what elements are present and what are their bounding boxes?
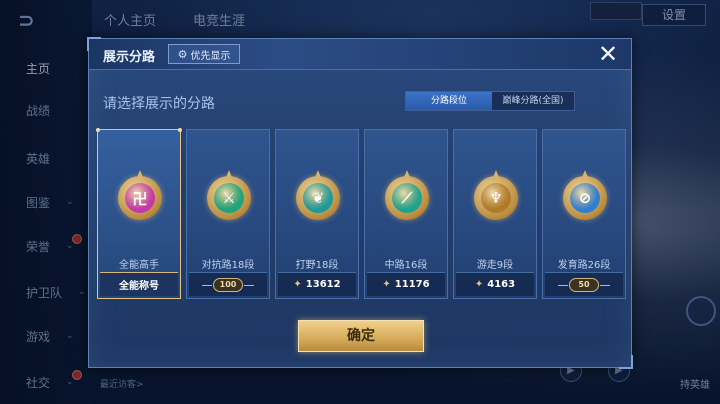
peak-score-icon: ✦ <box>293 279 302 290</box>
emblem-glyph: ⟋ <box>392 183 422 213</box>
priority-display-button[interactable]: ⚙ 优先显示 <box>168 44 240 64</box>
emblem-spike <box>403 170 411 180</box>
lane-emblem-icon: ⊘ <box>563 170 607 220</box>
emblem-glyph: ⚔ <box>214 183 244 213</box>
lane-emblem-icon: ❦ <box>296 170 340 220</box>
corner-decoration <box>619 355 633 369</box>
lane-select-prompt: 请选择展示的分路 <box>103 96 215 112</box>
gear-icon: ⚙ <box>177 47 188 61</box>
lane-emblem-icon: ⚔ <box>207 170 251 220</box>
lane-rank-label: 对抗路18段 <box>201 260 255 271</box>
emblem-spike <box>225 170 233 180</box>
lane-card-footer-text: 4163 <box>487 279 516 290</box>
lane-rank-label: 游走9段 <box>476 260 514 271</box>
close-icon[interactable]: ✕ <box>595 42 621 68</box>
lane-card-list: 卍全能高手 全能称号 ⚔ 对抗路18段 100 ❦ 打野18段 ✦ 13612 ⟋ 中路16段 ✦ 11… <box>96 128 626 299</box>
peak-score-icon: ✦ <box>474 279 484 290</box>
lane-rank-label: 打野18段 <box>295 260 339 271</box>
lane-card-footer-text: 11176 <box>394 279 430 290</box>
emblem-spike <box>136 170 144 180</box>
lane-card[interactable]: 卍全能高手 全能称号 <box>96 128 182 299</box>
confirm-button[interactable]: 确定 <box>298 320 424 352</box>
lane-card-footer: ✦ 13612 <box>278 272 356 296</box>
lane-mode-toggle: 分路段位 巅峰分路(全国) <box>405 91 575 111</box>
lane-emblem-icon: 卍 <box>118 170 162 220</box>
lane-card-footer: ✦ 4163 <box>456 272 534 296</box>
lane-card-footer-text: 13612 <box>305 279 341 290</box>
rank-badge: 50 <box>558 277 610 292</box>
lane-card-footer-text: 全能称号 <box>119 281 159 292</box>
lane-card[interactable]: ⟋ 中路16段 ✦ 11176 <box>364 129 448 299</box>
rank-badge: 100 <box>202 277 254 292</box>
lane-card[interactable]: ❦ 打野18段 ✦ 13612 <box>275 129 359 299</box>
priority-display-label: 优先显示 <box>190 50 231 62</box>
lane-card-footer: 全能称号 <box>100 272 178 296</box>
emblem-glyph: ♆ <box>481 183 511 213</box>
corner-decoration <box>87 37 101 51</box>
emblem-spike <box>492 170 500 180</box>
lane-emblem-icon: ♆ <box>474 170 518 220</box>
lane-card-footer: 100 <box>189 272 267 296</box>
lane-emblem-icon: ⟋ <box>385 170 429 220</box>
tab-peak-lane-national[interactable]: 巅峰分路(全国) <box>492 92 574 110</box>
emblem-spike <box>581 170 589 180</box>
selected-corner-dot <box>96 128 100 132</box>
lane-card[interactable]: ♆ 游走9段 ✦ 4163 <box>453 129 537 299</box>
lane-card[interactable]: ⊘ 发育路26段 50 <box>542 129 626 299</box>
lane-card-footer: ✦ 11176 <box>367 272 445 296</box>
lane-rank-label: 发育路26段 <box>557 260 611 271</box>
lane-card[interactable]: ⚔ 对抗路18段 100 <box>186 129 270 299</box>
dialog-title: 展示分路 <box>103 50 156 65</box>
peak-score-icon: ✦ <box>382 279 391 290</box>
emblem-glyph: ❦ <box>303 183 333 213</box>
emblem-glyph: 卍 <box>125 183 155 213</box>
emblem-spike <box>314 170 322 180</box>
lane-card-footer: 50 <box>545 272 623 296</box>
selected-corner-dot <box>178 128 182 132</box>
display-lane-dialog: 展示分路 ⚙ 优先显示 ✕ 请选择展示的分路 分路段位 巅峰分路(全国) 卍全能… <box>87 37 633 369</box>
lane-rank-label: 全能高手 <box>119 260 159 271</box>
emblem-glyph: ⊘ <box>570 183 600 213</box>
tab-lane-rank[interactable]: 分路段位 <box>406 92 492 110</box>
lane-rank-label: 中路16段 <box>384 260 428 271</box>
